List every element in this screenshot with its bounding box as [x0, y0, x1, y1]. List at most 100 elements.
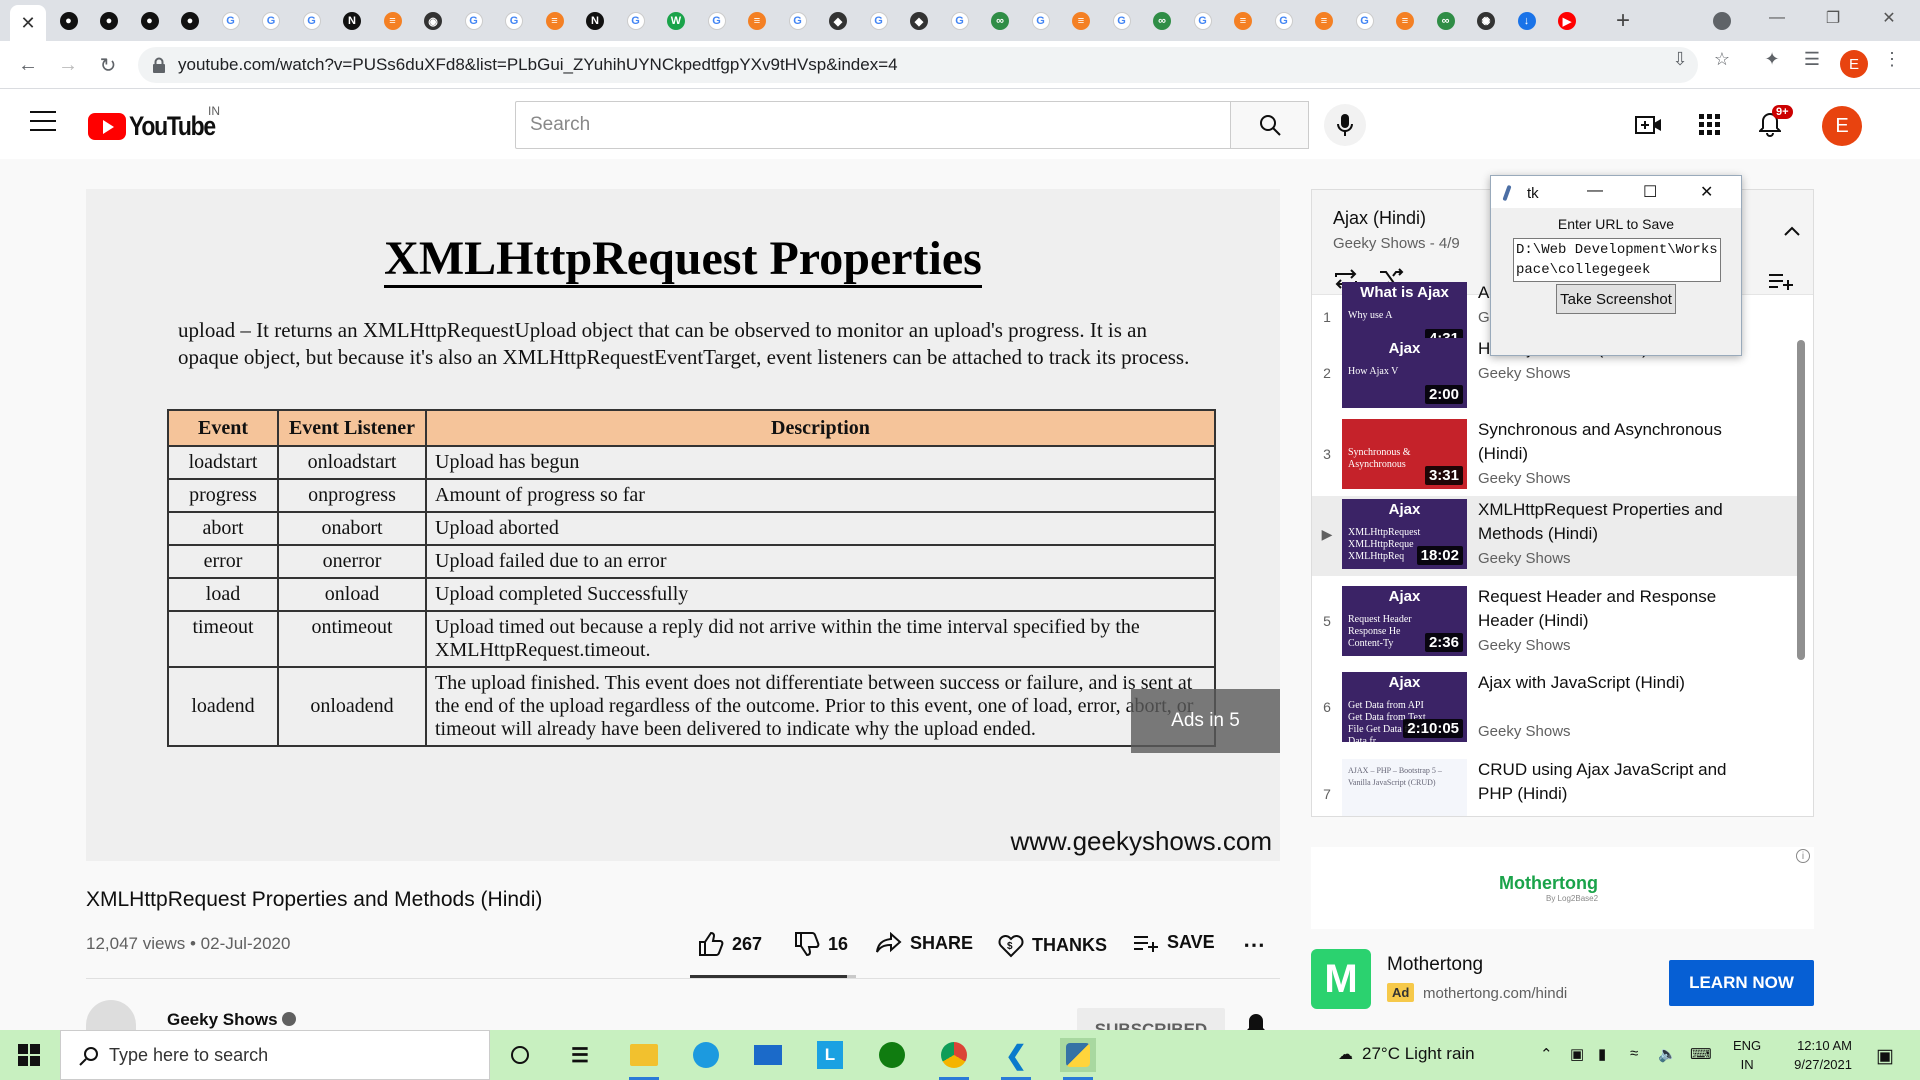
dislike-button[interactable]: 16	[794, 932, 848, 956]
mail-icon[interactable]	[750, 1038, 786, 1072]
browser-tab[interactable]: G	[1104, 6, 1140, 36]
search-button[interactable]	[1230, 101, 1309, 149]
l-app-icon[interactable]: L	[812, 1038, 848, 1072]
browser-tab[interactable]: G	[1023, 6, 1059, 36]
wifi-icon[interactable]: ≈	[1630, 1045, 1638, 1062]
playlist-scrollbar[interactable]	[1797, 340, 1805, 660]
xbox-icon[interactable]	[874, 1038, 910, 1072]
browser-tab[interactable]: ●	[132, 6, 168, 36]
ad-name[interactable]: Mothertong	[1387, 954, 1483, 976]
video-player[interactable]: XMLHttpRequest Properties upload – It re…	[86, 189, 1280, 861]
channel-avatar[interactable]	[86, 1000, 136, 1030]
active-tab[interactable]: ✕	[10, 5, 46, 41]
file-explorer-icon[interactable]	[626, 1038, 662, 1080]
browser-tab[interactable]: ≡	[1225, 6, 1261, 36]
browser-tab[interactable]: G	[618, 6, 654, 36]
browser-tab[interactable]: G	[861, 6, 897, 36]
menu-icon[interactable]	[30, 111, 56, 131]
thanks-button[interactable]: $ THANKS	[998, 932, 1107, 958]
address-bar[interactable]: youtube.com/watch?v=PUSs6duXFd8&list=PLb…	[138, 47, 1698, 83]
ad-banner[interactable]: Mothertong By Log2Base2 i	[1311, 847, 1814, 929]
collapse-playlist-icon[interactable]	[1784, 226, 1800, 236]
browser-tab[interactable]: ∞	[1144, 6, 1180, 36]
browser-tab[interactable]: ↓	[1509, 6, 1545, 36]
apps-grid-icon[interactable]	[1694, 109, 1726, 141]
browser-tab[interactable]: W	[658, 6, 694, 36]
browser-tab[interactable]: G	[496, 6, 532, 36]
browser-tab[interactable]: ◉	[415, 6, 451, 36]
browser-tab[interactable]: ≡	[1306, 6, 1342, 36]
learn-now-button[interactable]: LEARN NOW	[1669, 960, 1814, 1006]
browser-tab[interactable]: ▶	[1549, 6, 1585, 36]
extensions-icon[interactable]: ✦	[1762, 49, 1782, 69]
taskbar-search-input[interactable]: Type here to search	[60, 1030, 490, 1080]
close-window-icon[interactable]: ✕	[1864, 0, 1914, 36]
tk-titlebar[interactable]: tk — ☐ ✕	[1491, 176, 1741, 208]
user-avatar[interactable]: E	[1822, 106, 1862, 146]
playlist-item[interactable]: 5 Ajax Request Header Response He Content-…	[1312, 583, 1802, 663]
back-icon[interactable]: ←	[12, 49, 44, 81]
edge-icon[interactable]	[688, 1038, 724, 1072]
restore-icon[interactable]: ❐	[1808, 0, 1858, 36]
tab-search-icon[interactable]	[1704, 6, 1740, 36]
tray-language[interactable]: ENG IN	[1733, 1036, 1761, 1074]
tk-maximize-icon[interactable]: ☐	[1643, 182, 1657, 202]
task-view-icon[interactable]: ☰	[562, 1038, 598, 1072]
action-center-icon[interactable]: ▣	[1876, 1045, 1894, 1068]
create-video-icon[interactable]	[1633, 109, 1665, 141]
python-icon[interactable]	[1060, 1038, 1096, 1080]
ad-logo[interactable]: M	[1311, 949, 1371, 1009]
playlist-item[interactable]: 7 AJAX – PHP – Bootstrap 5 – Vanilla Java…	[1312, 756, 1802, 816]
browser-tab[interactable]: ∞	[982, 6, 1018, 36]
browser-tab[interactable]: ✺	[1468, 6, 1504, 36]
close-icon[interactable]: ✕	[20, 13, 35, 34]
tray-chevron-icon[interactable]: ⌃	[1540, 1045, 1553, 1063]
playlist-item[interactable]: 3 Synchronous & Asynchronous 3:31 Synchrono…	[1312, 416, 1802, 496]
forward-icon[interactable]: →	[52, 49, 84, 81]
browser-tab[interactable]: ●	[91, 6, 127, 36]
tk-close-icon[interactable]: ✕	[1700, 182, 1713, 202]
search-input[interactable]: Search	[515, 101, 1231, 149]
bookmark-star-icon[interactable]: ☆	[1712, 49, 1732, 69]
media-control-icon[interactable]: ☰	[1802, 49, 1822, 69]
like-button[interactable]: 267	[698, 932, 762, 956]
profile-avatar[interactable]: E	[1840, 50, 1868, 78]
tk-minimize-icon[interactable]: —	[1587, 182, 1603, 200]
browser-tab[interactable]: G	[942, 6, 978, 36]
browser-tab[interactable]: N	[577, 6, 613, 36]
browser-tab[interactable]: G	[294, 6, 330, 36]
browser-tab[interactable]: G	[1185, 6, 1221, 36]
tray-clock[interactable]: 12:10 AM 9/27/2021	[1782, 1036, 1852, 1074]
browser-tab[interactable]: ◆	[820, 6, 856, 36]
keyboard-icon[interactable]: ⌨	[1690, 1045, 1712, 1063]
browser-tab[interactable]: G	[253, 6, 289, 36]
browser-tab[interactable]: G	[456, 6, 492, 36]
browser-tab[interactable]: ●	[172, 6, 208, 36]
browser-tab[interactable]: ◆	[901, 6, 937, 36]
chrome-menu-icon[interactable]: ⋮	[1882, 49, 1902, 69]
volume-icon[interactable]: 🔈	[1658, 1045, 1677, 1063]
playlist-item[interactable]: 6 Ajax Get Data from API Get Data from Tex…	[1312, 669, 1802, 749]
new-tab-button[interactable]: +	[1605, 6, 1641, 36]
more-actions-icon[interactable]: ⋯	[1243, 932, 1265, 958]
tray-weather[interactable]: 27°C Light rain	[1362, 1044, 1475, 1064]
install-app-icon[interactable]: ⇩	[1670, 49, 1690, 69]
browser-tab[interactable]: N	[334, 6, 370, 36]
browser-tab[interactable]: ≡	[375, 6, 411, 36]
browser-tab[interactable]: ∞	[1428, 6, 1464, 36]
browser-tab[interactable]: G	[1347, 6, 1383, 36]
battery-icon[interactable]: ▮	[1598, 1045, 1606, 1063]
minimize-icon[interactable]: —	[1752, 0, 1802, 36]
reload-icon[interactable]: ↻	[92, 49, 124, 81]
browser-tab[interactable]: G	[213, 6, 249, 36]
tray-device-icon[interactable]: ▣	[1570, 1045, 1584, 1063]
playlist-item[interactable]: ▶ Ajax XMLHttpRequest XMLHttpReque XMLHttp…	[1312, 496, 1802, 576]
browser-tab[interactable]: G	[1266, 6, 1302, 36]
chrome-icon[interactable]	[936, 1038, 972, 1080]
channel-name[interactable]: Geeky Shows	[167, 1010, 278, 1030]
save-button[interactable]: SAVE	[1133, 932, 1215, 953]
browser-tab[interactable]: G	[780, 6, 816, 36]
windows-start-icon[interactable]	[18, 1044, 40, 1066]
browser-tab[interactable]: ≡	[1063, 6, 1099, 36]
playlist-title[interactable]: Ajax (Hindi)	[1333, 208, 1426, 229]
